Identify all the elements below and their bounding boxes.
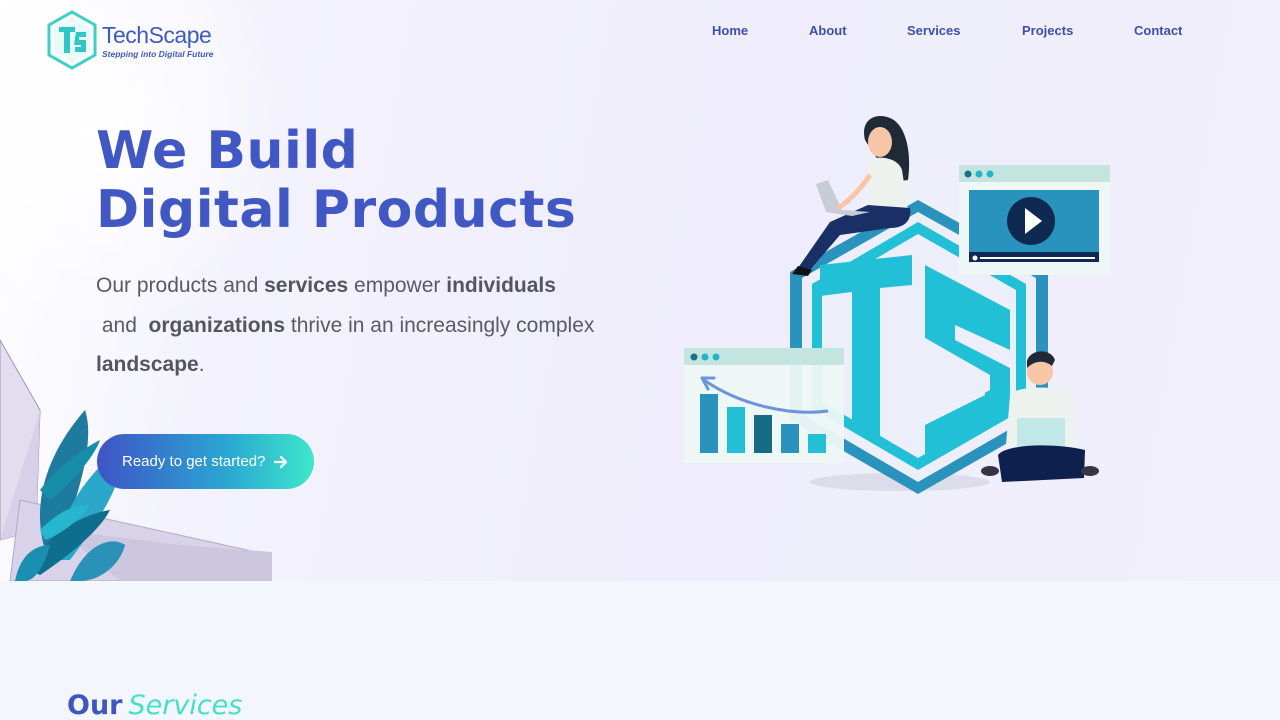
arrow-right-icon <box>274 455 288 468</box>
brand-name: TechScape <box>102 21 212 48</box>
subtitle-bold-organizations: organizations <box>148 313 286 337</box>
hero-illustration <box>684 116 1110 494</box>
subtitle-bold-individuals: individuals <box>446 274 556 297</box>
techscape-logo-icon <box>47 10 97 70</box>
get-started-label: Ready to get started? <box>122 453 266 470</box>
hero-headline: We Build Digital Products <box>96 122 576 240</box>
subtitle-text-1: Our products and <box>96 274 265 297</box>
subtitle-text-4: thrive in an increasingly complex <box>285 313 595 337</box>
nav-services-link[interactable]: Services <box>907 23 961 38</box>
subtitle-text-3: and <box>96 313 149 337</box>
hero-subtitle: Our products and services empower indivi… <box>96 266 606 385</box>
subtitle-text-5: . <box>198 353 205 376</box>
nav-projects-link[interactable]: Projects <box>1022 23 1073 38</box>
nav-about-link[interactable]: About <box>809 23 847 38</box>
services-title-part2: Services <box>128 690 243 720</box>
nav-contact-link[interactable]: Contact <box>1134 23 1182 38</box>
hero-headline-line1: We Build <box>96 121 359 181</box>
brand-logo[interactable]: TechScape Stepping into Digital Future <box>46 10 216 70</box>
services-title-part1: Our <box>67 690 123 720</box>
hero-section: TechScape Stepping into Digital Future H… <box>0 0 1280 581</box>
get-started-button[interactable]: Ready to get started? <box>97 434 314 489</box>
subtitle-bold-landscape: landscape <box>96 353 199 376</box>
hero-headline-line2: Digital Products <box>96 180 577 240</box>
brand-tagline: Stepping into Digital Future <box>102 48 214 59</box>
subtitle-bold-services: services <box>264 274 349 297</box>
subtitle-text-2: empower <box>348 274 447 297</box>
nav-home-link[interactable]: Home <box>712 23 748 38</box>
services-section-title: Our Services <box>67 690 242 720</box>
